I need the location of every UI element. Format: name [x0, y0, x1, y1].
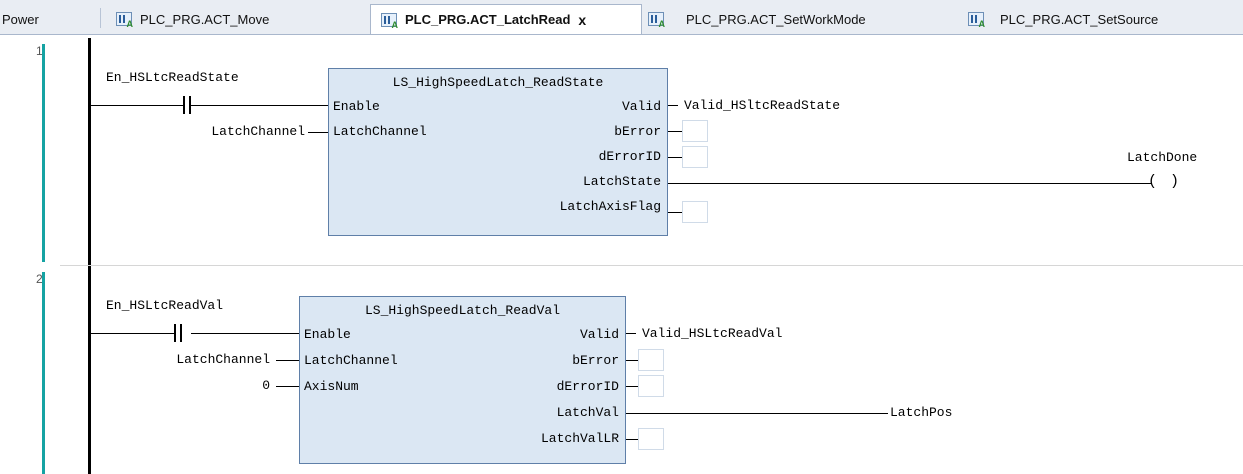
rung-wire: [191, 333, 299, 334]
block-output-pin: LatchState: [582, 174, 661, 189]
block-title: LS_HighSpeedLatch_ReadVal: [364, 303, 561, 318]
action-ladder-icon: [116, 12, 133, 29]
block-input-pin: LatchChannel: [304, 353, 398, 368]
output-wire: [668, 131, 682, 132]
network-gutter: [0, 35, 44, 474]
output-wire: [668, 105, 678, 106]
network-change-marker: [42, 44, 45, 262]
block-title: LS_HighSpeedLatch_ReadState: [392, 75, 604, 90]
network-separator: [60, 265, 1243, 266]
empty-output-slot[interactable]: [638, 349, 664, 371]
input-wire: [276, 360, 299, 361]
editor-tab-bar: Power PLC_PRG.ACT_Move PLC_PRG.ACT_Latch…: [0, 0, 1243, 35]
output-wire: [668, 157, 682, 158]
output-wire: [626, 333, 636, 334]
input-wire: [276, 386, 299, 387]
tab-label: Power: [2, 11, 39, 27]
contact-variable[interactable]: En_HSLtcReadVal: [106, 298, 223, 314]
function-block-readstate[interactable]: LS_HighSpeedLatch_ReadState Enable Latch…: [328, 68, 668, 236]
block-output-pin: dErrorID: [556, 379, 619, 394]
action-ladder-icon: [648, 12, 665, 29]
empty-output-slot[interactable]: [638, 375, 664, 397]
input-variable[interactable]: LatchChannel: [120, 124, 305, 140]
block-output-pin: bError: [614, 124, 661, 139]
block-output-pin: dErrorID: [598, 149, 661, 164]
empty-output-slot[interactable]: [638, 428, 664, 450]
tab-label: PLC_PRG.ACT_SetSource: [1000, 11, 1159, 27]
output-wire: [668, 212, 682, 213]
left-power-rail: [88, 38, 91, 474]
tab-label: PLC_PRG.ACT_SetWorkMode: [686, 11, 866, 27]
action-ladder-icon: [968, 12, 985, 29]
block-output-pin: bError: [572, 353, 619, 368]
output-wire: [626, 386, 638, 387]
rung-wire: [201, 105, 328, 106]
output-variable[interactable]: LatchPos: [890, 405, 952, 421]
function-block-readval[interactable]: LS_HighSpeedLatch_ReadVal Enable LatchCh…: [299, 296, 626, 464]
output-variable[interactable]: Valid_HSLtcReadVal: [642, 326, 782, 342]
empty-output-slot[interactable]: [682, 146, 708, 168]
input-variable[interactable]: LatchChannel: [100, 352, 270, 368]
block-output-pin: Valid: [621, 99, 661, 114]
block-output-pin: Valid: [579, 327, 619, 342]
tab-label: PLC_PRG.ACT_LatchRead: [405, 12, 571, 27]
block-input-pin: AxisNum: [304, 379, 359, 394]
input-variable[interactable]: 0: [200, 378, 270, 394]
tab-divider: [100, 8, 101, 28]
block-input-pin: LatchChannel: [333, 124, 427, 139]
output-variable[interactable]: Valid_HSltcReadState: [684, 98, 840, 114]
empty-output-slot[interactable]: [682, 120, 708, 142]
block-input-pin: Enable: [304, 327, 351, 342]
action-ladder-icon: [381, 12, 398, 30]
block-output-pin: LatchAxisFlag: [559, 199, 661, 214]
output-wire: [626, 413, 888, 414]
rung-wire: [90, 333, 174, 334]
empty-output-slot[interactable]: [682, 201, 708, 223]
input-wire: [308, 132, 328, 133]
block-output-pin: LatchVal: [556, 405, 619, 420]
tab-power[interactable]: Power: [2, 4, 88, 34]
close-tab-icon[interactable]: x: [578, 12, 586, 28]
output-coil[interactable]: ( ): [1148, 173, 1181, 190]
tab-plc-prg-act-setsource[interactable]: PLC_PRG.ACT_SetSource: [968, 4, 1238, 34]
block-input-pin: Enable: [333, 99, 380, 114]
block-output-pin: LatchValLR: [540, 431, 619, 446]
tab-plc-prg-act-setworkmode[interactable]: PLC_PRG.ACT_SetWorkMode: [648, 4, 948, 34]
output-wire: [668, 183, 1152, 184]
coil-variable[interactable]: LatchDone: [1127, 150, 1197, 166]
output-wire: [626, 360, 638, 361]
output-wire: [626, 439, 638, 440]
network-change-marker: [42, 272, 45, 474]
contact-variable[interactable]: En_HSLtcReadState: [106, 70, 239, 86]
tab-label: PLC_PRG.ACT_Move: [140, 11, 270, 27]
normally-open-contact[interactable]: [174, 324, 182, 342]
tab-plc-prg-act-latchread[interactable]: PLC_PRG.ACT_LatchRead x: [370, 4, 642, 34]
tab-plc-prg-act-move[interactable]: PLC_PRG.ACT_Move: [116, 4, 326, 34]
